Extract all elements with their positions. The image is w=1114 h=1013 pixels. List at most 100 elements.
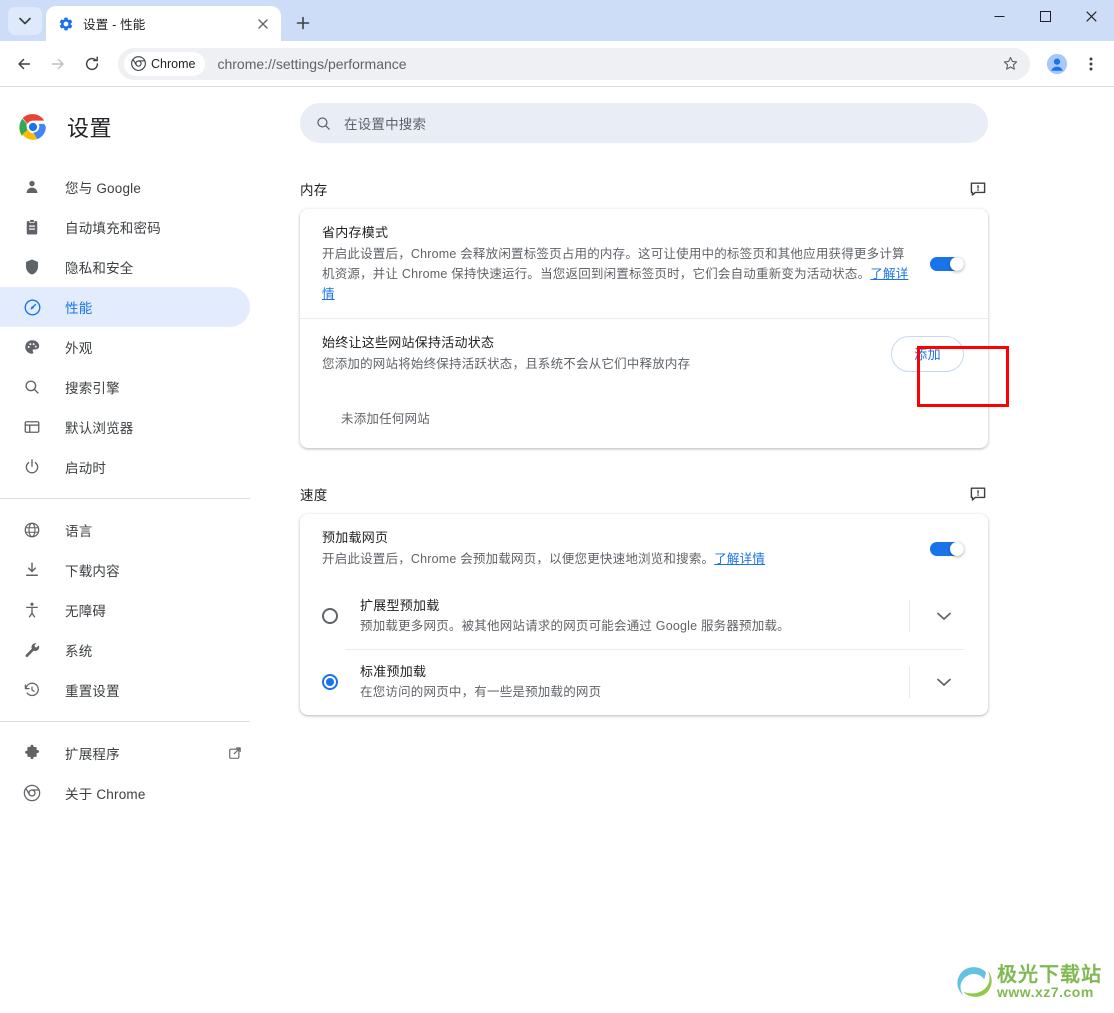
tab-close-button[interactable] [253, 14, 273, 34]
gear-icon [59, 17, 73, 30]
sidebar-item-label: 搜索引擎 [65, 381, 120, 396]
settings-main: 在设置中搜索 内存 省内存模式 开启此设置后，Chrome 会释放闲置标签页占用… [271, 87, 1114, 1013]
feedback-icon[interactable] [968, 179, 988, 199]
back-arrow-icon [18, 58, 31, 69]
memory-saver-desc: 开启此设置后，Chrome 会释放闲置标签页占用的内存。这可让使用中的标签页和其… [322, 244, 914, 304]
sidebar-item-on-startup[interactable]: 启动时 [0, 447, 250, 487]
new-tab-button[interactable] [289, 9, 317, 37]
sidebar-item-autofill[interactable]: 自动填充和密码 [0, 207, 250, 247]
sidebar-item-about-chrome[interactable]: 关于 Chrome [0, 773, 250, 813]
preload-pages-title: 预加载网页 [322, 530, 389, 545]
back-button[interactable] [8, 48, 40, 80]
browser-window: 设置 - 性能 Chrome chrome://settings/perform… [0, 0, 1114, 1013]
sidebar-item-accessibility[interactable]: 无障碍 [0, 590, 250, 630]
memory-card: 省内存模式 开启此设置后，Chrome 会释放闲置标签页占用的内存。这可让使用中… [300, 209, 988, 448]
sidebar-item-label: 性能 [65, 301, 93, 316]
memory-saver-toggle[interactable] [930, 256, 964, 271]
forward-button[interactable] [42, 48, 74, 80]
sidebar-nav-group-1: 您与 Google 自动填充和密码 隐私和安全 性能 外观 搜索引擎 默认浏览器… [0, 159, 271, 487]
radio-button[interactable] [322, 608, 338, 624]
sidebar-item-appearance[interactable]: 外观 [0, 327, 250, 367]
preload-pages-toggle[interactable] [930, 541, 964, 556]
chevron-down-icon [937, 678, 951, 686]
feedback-icon[interactable] [968, 484, 988, 504]
chrome-logo-icon [131, 56, 146, 71]
shield-icon [22, 257, 42, 277]
profile-avatar-button[interactable] [1042, 49, 1072, 79]
radio-desc: 预加载更多网页。被其他网站请求的网页可能会通过 Google 服务器预加载。 [360, 619, 790, 633]
preload-learn-more-link[interactable]: 了解详情 [714, 552, 765, 566]
sidebar-item-label: 重置设置 [65, 684, 120, 699]
keep-active-sites-title: 始终让这些网站保持活动状态 [322, 335, 495, 350]
section-header-memory: 内存 [300, 169, 988, 209]
radio-button[interactable] [322, 674, 338, 690]
sidebar-item-label: 下载内容 [65, 564, 120, 579]
settings-header: 设置 [0, 95, 271, 159]
sidebar-item-label: 关于 Chrome [65, 787, 146, 802]
radio-extended-preloading[interactable]: 扩展型预加载 预加载更多网页。被其他网站请求的网页可能会通过 Google 服务… [300, 583, 988, 649]
sidebar-item-system[interactable]: 系统 [0, 630, 250, 670]
settings-sidebar: 设置 您与 Google 自动填充和密码 隐私和安全 性能 外观 搜索引擎 默认… [0, 87, 271, 1013]
section-title: 内存 [300, 183, 328, 198]
keep-active-sites-text: 始终让这些网站保持活动状态 您添加的网站将始终保持活跃状态，且系统不会从它们中释… [322, 333, 891, 374]
bookmark-star-button[interactable] [996, 50, 1024, 78]
preload-pages-desc-text: 开启此设置后，Chrome 会预加载网页，以便您更快速地浏览和搜索。 [322, 552, 715, 566]
chevron-down-icon [937, 612, 951, 620]
radio-text: 扩展型预加载 预加载更多网页。被其他网站请求的网页可能会通过 Google 服务… [360, 596, 909, 636]
window-close-button[interactable] [1068, 0, 1114, 33]
window-maximize-button[interactable] [1022, 0, 1068, 33]
sidebar-divider [0, 498, 250, 499]
plus-icon [296, 16, 310, 30]
forward-arrow-icon [51, 58, 64, 69]
divider [909, 600, 910, 632]
toggle-knob [950, 541, 964, 556]
search-input[interactable]: 在设置中搜索 [300, 103, 988, 143]
speed-card: 预加载网页 开启此设置后，Chrome 会预加载网页，以便您更快速地浏览和搜索。… [300, 514, 988, 715]
radio-standard-preloading[interactable]: 标准预加载 在您访问的网页中，有一些是预加载的网页 [300, 649, 988, 715]
close-icon [1085, 11, 1097, 22]
reload-button[interactable] [76, 48, 108, 80]
power-icon [22, 457, 42, 477]
expand-standard-preloading-button[interactable] [924, 678, 964, 687]
search-placeholder: 在设置中搜索 [344, 117, 427, 132]
add-site-button[interactable]: 添加 [891, 335, 964, 372]
radio-title: 标准预加载 [360, 664, 427, 679]
sidebar-item-label: 外观 [65, 341, 93, 356]
browser-toolbar: Chrome chrome://settings/performance [0, 41, 1114, 86]
minimize-icon [994, 16, 1004, 17]
clipboard-icon [22, 217, 42, 237]
sidebar-item-languages[interactable]: 语言 [0, 510, 250, 550]
address-bar[interactable]: Chrome chrome://settings/performance [118, 47, 1030, 80]
tab-search-button[interactable] [8, 7, 42, 35]
download-icon [22, 560, 42, 580]
sidebar-item-default-browser[interactable]: 默认浏览器 [0, 407, 250, 447]
browser-menu-button[interactable] [1076, 49, 1106, 79]
sidebar-item-extensions[interactable]: 扩展程序 [0, 733, 250, 773]
search-icon [22, 377, 42, 397]
sidebar-item-label: 您与 Google [65, 181, 142, 196]
omnibox-chrome-chip[interactable]: Chrome [124, 51, 206, 76]
radio-title: 扩展型预加载 [360, 598, 440, 613]
sidebar-item-search-engine[interactable]: 搜索引擎 [0, 367, 250, 407]
sidebar-item-label: 扩展程序 [65, 747, 120, 762]
chrome-logo-icon [19, 114, 46, 140]
external-link-icon [228, 746, 242, 760]
window-minimize-button[interactable] [976, 0, 1022, 33]
memory-saver-text: 省内存模式 开启此设置后，Chrome 会释放闲置标签页占用的内存。这可让使用中… [322, 223, 930, 304]
wrench-icon [22, 640, 42, 660]
sidebar-item-downloads[interactable]: 下载内容 [0, 550, 250, 590]
expand-extended-preloading-button[interactable] [924, 612, 964, 621]
sidebar-item-label: 系统 [65, 644, 93, 659]
sidebar-item-reset-settings[interactable]: 重置设置 [0, 670, 250, 710]
sidebar-item-you-and-google[interactable]: 您与 Google [0, 167, 250, 207]
omnibox-url-text: chrome://settings/performance [217, 55, 407, 72]
no-sites-added-message: 未添加任何网站 [341, 412, 430, 426]
sidebar-item-privacy[interactable]: 隐私和安全 [0, 247, 250, 287]
keep-active-sites-desc: 您添加的网站将始终保持活跃状态，且系统不会从它们中释放内存 [322, 357, 691, 371]
maximize-icon [1039, 11, 1051, 22]
window-controls [976, 0, 1114, 41]
browser-tab[interactable]: 设置 - 性能 [46, 6, 281, 41]
sidebar-item-performance[interactable]: 性能 [0, 287, 250, 327]
section-header-speed: 速度 [300, 474, 988, 514]
section-title: 速度 [300, 488, 328, 503]
